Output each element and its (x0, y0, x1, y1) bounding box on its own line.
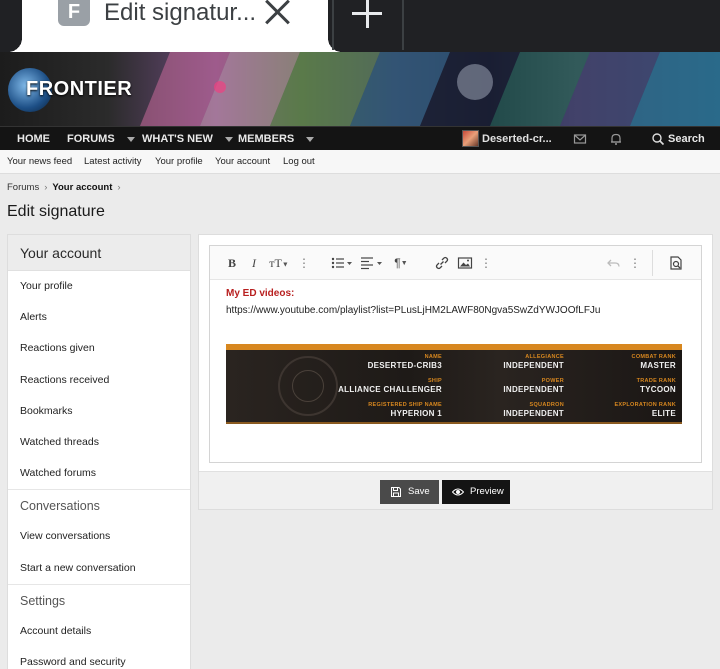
subnav-news-feed[interactable]: Your news feed (7, 150, 72, 174)
sidebar-item-your-profile[interactable]: Your profile (8, 271, 190, 302)
breadcrumb: Forums › Your account › (7, 182, 126, 193)
sig-field-exploration-rank: EXPLORATION RANK ELITE (614, 402, 676, 418)
eye-icon (452, 488, 464, 496)
chevron-down-icon[interactable] (306, 136, 315, 142)
sub-navigation: Your news feed Latest activity Your prof… (0, 150, 720, 174)
preview-toggle-icon[interactable] (668, 255, 684, 271)
close-tab-icon[interactable] (262, 0, 292, 26)
more-options-icon[interactable]: ⋮ (629, 255, 641, 271)
sidebar-heading-conversations: Conversations (8, 489, 190, 521)
envelope-icon[interactable] (573, 132, 587, 146)
nav-members-label: MEMBERS (238, 133, 295, 145)
bell-icon[interactable] (609, 132, 623, 146)
signature-editor-panel: B I тT▼ ⋮ ¶▼ ⋮ ⋮ My ED videos: https://w… (198, 234, 713, 510)
sig-field-registered-ship-name: REGISTERED SHIP NAME HYPERION 1 (368, 402, 442, 418)
preview-label: Preview (470, 486, 504, 497)
site-favicon-icon: F (58, 0, 90, 26)
subnav-latest-activity[interactable]: Latest activity (84, 150, 142, 174)
content-heading: My ED videos: (226, 288, 295, 299)
nav-username[interactable]: Deserted-cr... (482, 127, 552, 151)
link-icon[interactable] (434, 255, 450, 271)
tab-divider (332, 0, 334, 50)
sig-field-power: POWER INDEPENDENT (503, 378, 564, 394)
signature-card-image: NAME DESERTED-CRIB3 ALLEGIANCE INDEPENDENT… (226, 344, 682, 424)
save-icon (391, 487, 401, 497)
sidebar-item-password-security[interactable]: Password and security (8, 647, 190, 669)
search-icon[interactable] (651, 132, 665, 146)
user-avatar[interactable] (462, 130, 479, 147)
sidebar-heading-settings: Settings (8, 583, 190, 616)
new-tab-icon[interactable] (350, 0, 386, 32)
nav-search[interactable]: Search (668, 127, 705, 151)
editor-content[interactable]: My ED videos: https://www.youtube.com/pl… (226, 288, 696, 316)
font-size-icon[interactable]: тT▼ (266, 255, 292, 271)
site-banner: FRONTIER (0, 52, 720, 126)
sidebar-item-view-conversations[interactable]: View conversations (8, 521, 190, 552)
subnav-your-profile[interactable]: Your profile (155, 150, 203, 174)
paragraph-icon[interactable]: ¶▼ (390, 255, 412, 271)
breadcrumb-your-account[interactable]: Your account (52, 182, 112, 193)
content-url-link[interactable]: https://www.youtube.com/playlist?list=PL… (226, 305, 696, 316)
undo-icon[interactable] (606, 255, 622, 271)
nav-whats-new-label: WHAT'S NEW (142, 133, 213, 145)
chevron-right-icon: › (117, 182, 121, 193)
nav-members[interactable]: MEMBERS (238, 127, 315, 151)
more-paragraph-icon[interactable]: ⋮ (480, 255, 492, 271)
align-icon[interactable] (360, 255, 384, 271)
sig-field-combat-rank: COMBAT RANK MASTER (631, 354, 676, 370)
subnav-your-account[interactable]: Your account (215, 150, 270, 174)
sidebar-item-reactions-received[interactable]: Reactions received (8, 365, 190, 396)
sidebar-item-reactions-given[interactable]: Reactions given (8, 333, 190, 364)
page-title: Edit signature (7, 203, 105, 220)
tab-divider (402, 0, 404, 50)
toolbar-divider (652, 250, 653, 276)
sig-field-allegiance: ALLEGIANCE INDEPENDENT (503, 354, 564, 370)
nav-forums[interactable]: FORUMS (67, 127, 135, 151)
save-label: Save (408, 486, 430, 497)
sidebar-item-bookmarks[interactable]: Bookmarks (8, 396, 190, 427)
logo-text: FRONTIER (26, 78, 133, 100)
form-actions: Save Preview (199, 471, 712, 509)
nav-forums-label: FORUMS (67, 133, 115, 145)
sig-field-ship: SHIP ALLIANCE CHALLENGER (338, 378, 442, 394)
sidebar-item-watched-forums[interactable]: Watched forums (8, 458, 190, 489)
sig-field-name: NAME DESERTED-CRIB3 (367, 354, 442, 370)
bold-icon[interactable]: B (226, 255, 238, 271)
list-icon[interactable] (330, 255, 354, 271)
account-sidebar: Your account Your profile Alerts Reactio… (7, 234, 191, 669)
chevron-down-icon[interactable] (126, 136, 135, 142)
sidebar-item-account-details[interactable]: Account details (8, 616, 190, 647)
main-navigation: HOME FORUMS WHAT'S NEW MEMBERS Deserted-… (0, 126, 720, 150)
more-text-icon[interactable]: ⋮ (298, 255, 310, 271)
sig-field-trade-rank: TRADE RANK TYCOON (636, 378, 676, 394)
italic-icon[interactable]: I (248, 255, 260, 271)
nav-home[interactable]: HOME (17, 127, 50, 151)
editor-toolbar: B I тT▼ ⋮ ¶▼ ⋮ ⋮ (210, 246, 701, 280)
sidebar-heading-your-account: Your account (8, 235, 190, 271)
sig-field-squadron: SQUADRON INDEPENDENT (503, 402, 564, 418)
browser-tab-strip: F Edit signatur... (0, 0, 720, 52)
sig-emblem-decoration (292, 370, 324, 402)
browser-tab[interactable]: F Edit signatur... (8, 0, 342, 52)
chevron-down-icon[interactable] (224, 136, 233, 142)
save-button[interactable]: Save (380, 480, 439, 504)
breadcrumb-forums[interactable]: Forums (7, 182, 39, 193)
chevron-right-icon: › (44, 182, 48, 193)
preview-button[interactable]: Preview (442, 480, 510, 504)
frontier-logo[interactable]: FRONTIER (8, 68, 132, 112)
rich-text-editor[interactable]: B I тT▼ ⋮ ¶▼ ⋮ ⋮ My ED videos: https://w… (209, 245, 702, 463)
nav-home-label: HOME (17, 133, 50, 145)
image-icon[interactable] (457, 255, 473, 271)
subnav-log-out[interactable]: Log out (283, 150, 315, 174)
tab-title: Edit signatur... (104, 0, 257, 26)
nav-whats-new[interactable]: WHAT'S NEW (142, 127, 233, 151)
sidebar-item-watched-threads[interactable]: Watched threads (8, 427, 190, 458)
sidebar-item-start-conversation[interactable]: Start a new conversation (8, 553, 190, 584)
sidebar-item-alerts[interactable]: Alerts (8, 302, 190, 333)
